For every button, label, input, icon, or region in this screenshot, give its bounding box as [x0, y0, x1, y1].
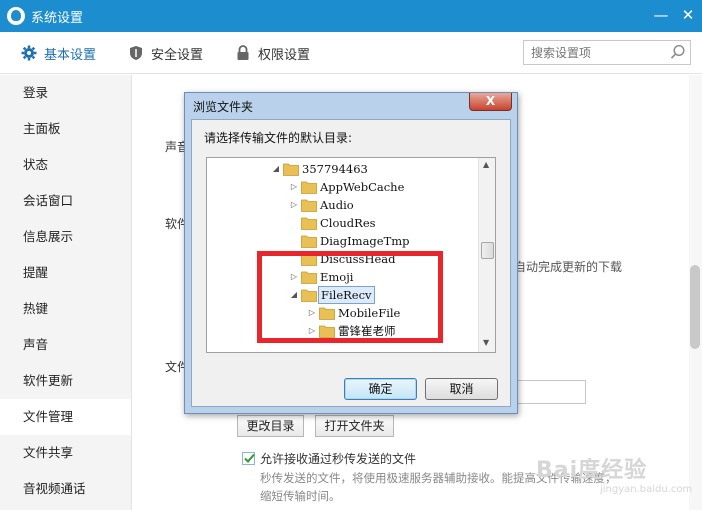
qq-logo-icon: [7, 7, 25, 25]
dialog-close-button[interactable]: X: [469, 93, 512, 111]
instant-transfer-label: 允许接收通过秒传发送的文件: [260, 452, 417, 466]
shield-icon: [128, 45, 144, 61]
content-scrollbar-thumb[interactable]: [690, 265, 700, 349]
folder-icon: [301, 181, 317, 194]
gear-icon: [21, 45, 37, 61]
sidebar-item-hotkeys[interactable]: 热键: [0, 291, 131, 327]
sidebar-item-sound[interactable]: 声音: [0, 327, 131, 363]
tab-label: 基本设置: [44, 47, 97, 63]
tree-item-label: CloudRes: [320, 216, 376, 230]
instant-transfer-checkbox[interactable]: [242, 452, 255, 465]
watermark-url: jingyan.baidu.com: [600, 484, 693, 495]
sidebar-item-info-display[interactable]: 信息展示: [0, 219, 131, 255]
tab-label: 权限设置: [258, 47, 311, 63]
sidebar-item-software-update[interactable]: 软件更新: [0, 363, 131, 399]
highlight-annotation: [257, 251, 443, 343]
sidebar-item-file-management[interactable]: 文件管理: [0, 399, 131, 435]
lock-icon: [235, 45, 251, 61]
dialog-title: 浏览文件夹: [193, 100, 254, 114]
folder-icon: [301, 217, 317, 230]
checkmark-icon: [244, 453, 255, 463]
folder-icon: [301, 235, 317, 248]
scroll-down-arrow-icon[interactable]: ▼: [483, 338, 489, 347]
minimize-button[interactable]: —: [650, 4, 672, 26]
close-button[interactable]: ✕: [677, 4, 699, 26]
tree-item-label: Audio: [320, 198, 354, 212]
tab-security-settings[interactable]: 安全设置: [128, 32, 203, 74]
settings-sidebar: 登录 主面板 状态 会话窗口 信息展示 提醒 热键 声音 软件更新 文件管理 文…: [0, 75, 132, 510]
expanded-arrow-icon[interactable]: ◢: [271, 160, 281, 178]
sidebar-item-file-sharing[interactable]: 文件共享: [0, 435, 131, 471]
search-icon[interactable]: [670, 44, 686, 60]
cancel-button[interactable]: 取消: [425, 378, 498, 400]
sidebar-item-av-call[interactable]: 音视频通话: [0, 471, 131, 507]
window-title: 系统设置: [31, 10, 84, 26]
update-option-text: 自动完成更新的下载: [514, 260, 623, 274]
search-input[interactable]: [524, 41, 664, 64]
folder-icon: [301, 199, 317, 212]
tree-scrollbar-thumb[interactable]: [481, 242, 494, 259]
tab-basic-settings[interactable]: 基本设置: [21, 32, 96, 74]
change-directory-button[interactable]: 更改目录: [237, 415, 304, 437]
tree-scrollbar[interactable]: ▲ ▼: [478, 158, 495, 352]
tree-item-label: DiagImageTmp: [320, 234, 410, 248]
sidebar-item-login[interactable]: 登录: [0, 75, 131, 111]
ok-button[interactable]: 确定: [344, 378, 417, 400]
sidebar-item-status[interactable]: 状态: [0, 147, 131, 183]
collapsed-arrow-icon[interactable]: ▷: [289, 196, 299, 214]
tree-item-label: AppWebCache: [320, 180, 405, 194]
sidebar-item-chat-window[interactable]: 会话窗口: [0, 183, 131, 219]
path-field[interactable]: [517, 380, 586, 404]
open-folder-button[interactable]: 打开文件夹: [315, 415, 394, 437]
tree-item-label: 357794463: [302, 162, 368, 176]
sidebar-item-main-panel[interactable]: 主面板: [0, 111, 131, 147]
sidebar-item-reminder[interactable]: 提醒: [0, 255, 131, 291]
tab-label: 安全设置: [151, 47, 204, 63]
folder-icon: [283, 163, 299, 176]
search-box[interactable]: [523, 40, 691, 65]
title-bar: 系统设置 — ✕: [0, 0, 702, 32]
watermark-logo: Bai度经验: [536, 458, 648, 483]
settings-tabs: 基本设置 安全设置 权限设置: [0, 32, 702, 74]
collapsed-arrow-icon[interactable]: ▷: [289, 178, 299, 196]
dialog-prompt: 请选择传输文件的默认目录:: [204, 131, 353, 145]
tab-permission-settings[interactable]: 权限设置: [235, 32, 310, 74]
scroll-up-arrow-icon[interactable]: ▲: [483, 160, 489, 169]
